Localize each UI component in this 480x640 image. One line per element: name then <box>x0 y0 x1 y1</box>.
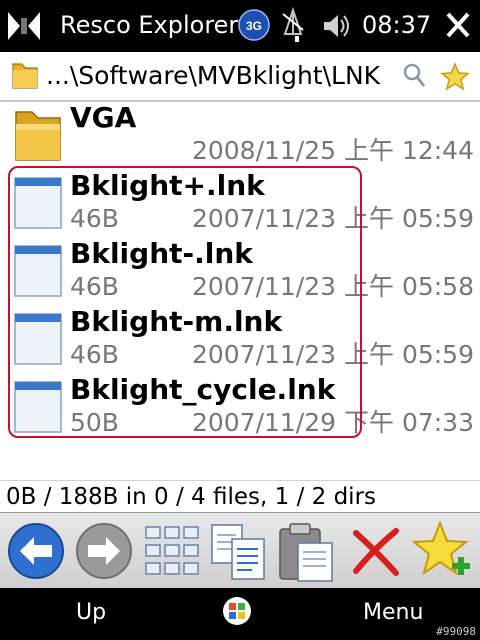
close-icon[interactable] <box>444 8 472 42</box>
windows-start-icon[interactable] <box>4 8 44 44</box>
volume-icon[interactable] <box>320 10 352 42</box>
clock[interactable]: 08:37 <box>362 10 431 40</box>
softkey-bar: Up Menu #99098 <box>0 588 480 640</box>
forward-arrow-icon[interactable] <box>74 519 134 583</box>
app-title: Resco Explorer <box>60 11 239 39</box>
copy-icon[interactable] <box>208 519 268 583</box>
folder-icon <box>15 111 61 161</box>
softkey-menu[interactable]: Menu <box>363 598 423 628</box>
paste-icon[interactable] <box>276 519 336 583</box>
file-name: VGA <box>70 101 137 134</box>
grid-view-icon[interactable] <box>142 519 202 583</box>
status-bar: Resco Explorer 3G 08:37 <box>0 0 480 52</box>
delete-icon[interactable] <box>346 519 406 583</box>
selection-summary: 0B / 188B in 0 / 4 files, 1 / 2 dirs <box>0 480 480 513</box>
toolbar <box>0 512 480 589</box>
back-arrow-icon[interactable] <box>6 519 66 583</box>
3g-network-icon[interactable]: 3G <box>238 9 270 41</box>
folder-icon[interactable] <box>10 60 40 92</box>
add-favorite-icon[interactable] <box>412 519 472 583</box>
selection-highlight <box>8 166 362 438</box>
path-bar: ...\Software\MVBklight\LNK <box>0 52 480 102</box>
folder-item-vga[interactable]: VGA 2008/11/25 上午 12:44 <box>0 100 480 168</box>
3g-label: 3G <box>246 19 262 33</box>
watermark: #99098 <box>436 625 476 638</box>
softkey-up[interactable]: Up <box>76 598 106 628</box>
search-icon[interactable] <box>402 62 426 90</box>
file-date: 2008/11/25 上午 12:44 <box>191 136 474 165</box>
windows-logo-icon[interactable] <box>221 595 253 627</box>
signal-antenna-icon[interactable] <box>279 6 307 46</box>
favorite-star-icon[interactable] <box>440 62 470 92</box>
current-path[interactable]: ...\Software\MVBklight\LNK <box>46 60 404 92</box>
